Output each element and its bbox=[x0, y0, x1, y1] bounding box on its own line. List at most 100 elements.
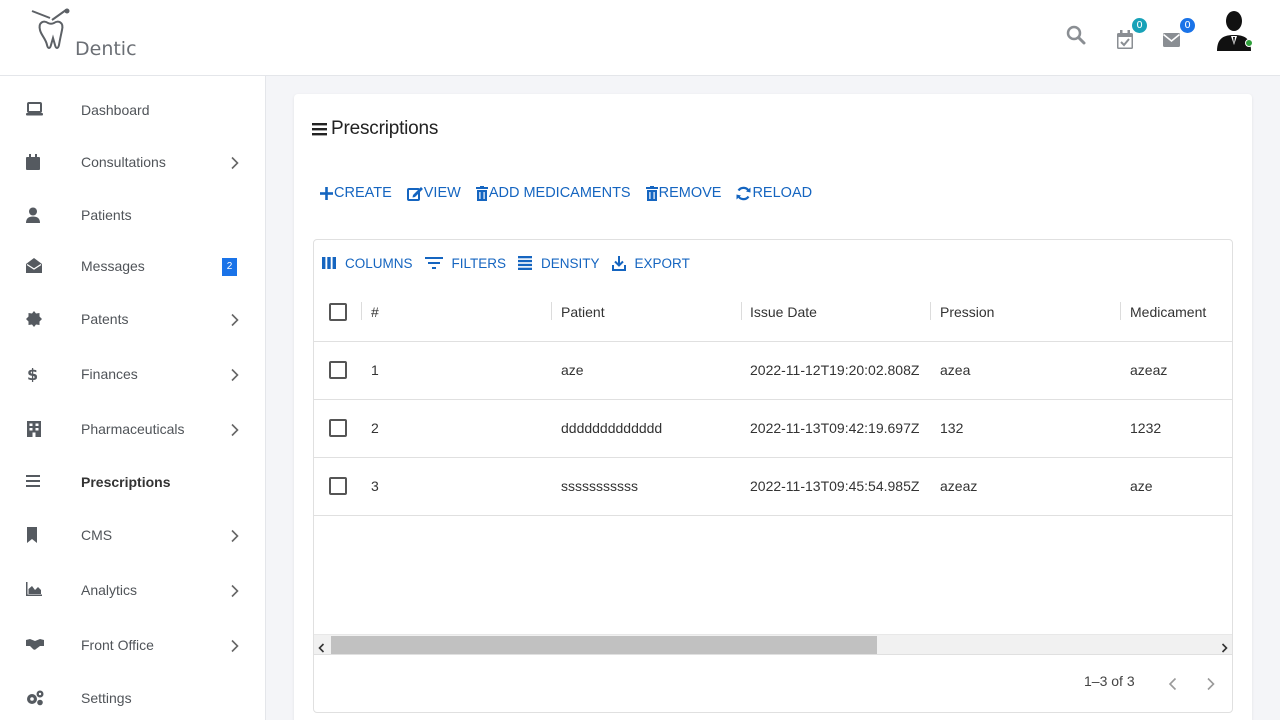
sidebar-item-dashboard[interactable]: Dashboard bbox=[0, 90, 266, 130]
svg-text:$: $ bbox=[27, 366, 38, 382]
chevron-right-icon bbox=[230, 529, 240, 543]
sidebar-item-label: Front Office bbox=[81, 637, 154, 653]
column-header-patient[interactable]: Patient bbox=[561, 304, 605, 320]
columns-icon bbox=[322, 257, 336, 269]
sidebar-item-cms[interactable]: CMS bbox=[0, 515, 266, 555]
view-label: VIEW bbox=[423, 185, 461, 201]
mail-icon[interactable] bbox=[1162, 33, 1187, 57]
grid-toolbar: COLUMNS FILTERS DENSITY EXPORT bbox=[322, 254, 702, 272]
sidebar-item-consultations[interactable]: Consultations bbox=[0, 142, 266, 182]
select-all-checkbox[interactable] bbox=[329, 303, 347, 321]
cell-pression: 132 bbox=[940, 420, 964, 436]
sidebar-item-label: Messages bbox=[81, 258, 145, 274]
chevron-left-icon bbox=[1168, 677, 1177, 691]
sidebar-item-settings[interactable]: Settings bbox=[0, 678, 266, 718]
cell-id: 3 bbox=[371, 478, 379, 494]
cell-pression: azeaz bbox=[940, 478, 978, 494]
column-separator[interactable] bbox=[741, 302, 742, 320]
sidebar-item-patents[interactable]: Patents bbox=[0, 299, 266, 339]
sidebar-item-label: Settings bbox=[81, 690, 132, 706]
grid-header-row: # Patient Issue Date Pression Medicament bbox=[314, 286, 1232, 342]
remove-button[interactable]: REMOVE bbox=[645, 185, 722, 201]
row-checkbox[interactable] bbox=[329, 419, 347, 437]
columns-button[interactable]: COLUMNS bbox=[322, 256, 413, 271]
column-separator[interactable] bbox=[361, 302, 362, 320]
app-logo[interactable]: Dentic bbox=[30, 8, 140, 68]
sidebar-item-analytics[interactable]: Analytics bbox=[0, 570, 266, 610]
list-icon bbox=[26, 474, 42, 490]
bookmark-icon bbox=[26, 527, 42, 543]
create-button[interactable]: CREATE bbox=[320, 185, 392, 201]
column-header-pression[interactable]: Pression bbox=[940, 304, 994, 320]
plus-icon bbox=[320, 186, 333, 200]
cell-patient: aze bbox=[561, 362, 584, 378]
reload-label: RELOAD bbox=[752, 185, 813, 201]
cogs-icon bbox=[26, 690, 44, 706]
sidebar-item-messages[interactable]: Messages 2 bbox=[0, 246, 266, 286]
add-medicaments-button[interactable]: ADD MEDICAMENTS bbox=[475, 185, 631, 201]
export-label: EXPORT bbox=[634, 255, 690, 271]
columns-label: COLUMNS bbox=[345, 255, 413, 271]
chevron-right-icon bbox=[230, 639, 240, 653]
sidebar-item-patients[interactable]: Patients bbox=[0, 195, 266, 235]
sidebar-item-label: CMS bbox=[81, 527, 113, 543]
sidebar-item-label: Finances bbox=[81, 366, 138, 382]
envelope-open-icon bbox=[26, 258, 42, 274]
laptop-icon bbox=[26, 102, 43, 118]
column-header-id[interactable]: # bbox=[371, 304, 379, 320]
sidebar: Dashboard Consultations Patients Message… bbox=[0, 76, 266, 720]
row-checkbox[interactable] bbox=[329, 361, 347, 379]
search-icon[interactable] bbox=[1066, 25, 1090, 49]
pagination-range: 1–3 of 3 bbox=[1084, 673, 1135, 689]
row-checkbox[interactable] bbox=[329, 477, 347, 495]
column-separator[interactable] bbox=[930, 302, 931, 320]
column-separator[interactable] bbox=[551, 302, 552, 320]
dollar-icon: $ bbox=[26, 365, 42, 384]
sidebar-item-pharmaceuticals[interactable]: Pharmaceuticals bbox=[0, 409, 266, 449]
scrollbar-thumb[interactable] bbox=[331, 636, 877, 654]
calendar-count-badge: 0 bbox=[1132, 18, 1147, 33]
cell-patient: ddddddddddddd bbox=[561, 420, 663, 436]
create-label: CREATE bbox=[334, 185, 392, 201]
filters-button[interactable]: FILTERS bbox=[424, 256, 506, 271]
refresh-icon bbox=[736, 186, 751, 200]
cell-medicament: aze bbox=[1130, 478, 1153, 494]
sidebar-item-label: Analytics bbox=[81, 582, 138, 598]
sidebar-item-front-office[interactable]: Front Office bbox=[0, 625, 266, 665]
reload-button[interactable]: RELOAD bbox=[736, 185, 812, 201]
cell-pression: azea bbox=[940, 362, 971, 378]
page-title-text: Prescriptions bbox=[331, 118, 439, 139]
filter-icon bbox=[424, 257, 443, 269]
cell-id: 1 bbox=[371, 362, 379, 378]
view-button[interactable]: VIEW bbox=[406, 185, 461, 201]
sidebar-item-prescriptions[interactable]: Prescriptions bbox=[0, 462, 266, 502]
table-row[interactable]: 2 ddddddddddddd 2022-11-13T09:42:19.697Z… bbox=[314, 400, 1232, 458]
density-button[interactable]: DENSITY bbox=[518, 256, 600, 271]
cell-issue-date: 2022-11-13T09:45:54.985Z bbox=[750, 478, 920, 494]
remove-label: REMOVE bbox=[658, 185, 722, 201]
horizontal-scrollbar[interactable] bbox=[314, 634, 1232, 654]
cell-issue-date: 2022-11-12T19:20:02.808Z bbox=[750, 362, 920, 378]
messages-count-badge: 2 bbox=[222, 258, 237, 276]
column-header-medicament[interactable]: Medicament bbox=[1130, 304, 1206, 320]
sidebar-item-label: Patents bbox=[81, 311, 129, 327]
cell-medicament: 1232 bbox=[1130, 420, 1162, 436]
export-button[interactable]: EXPORT bbox=[611, 255, 690, 271]
add-medicaments-label: ADD MEDICAMENTS bbox=[488, 185, 631, 201]
download-icon bbox=[611, 255, 626, 271]
calendar-check-icon[interactable] bbox=[1116, 30, 1140, 54]
column-separator[interactable] bbox=[1120, 302, 1121, 320]
tooth-logo-icon bbox=[31, 8, 70, 49]
table-row[interactable]: 1 aze 2022-11-12T19:20:02.808Z azea azea… bbox=[314, 342, 1232, 400]
trash-icon bbox=[475, 185, 488, 201]
list-icon bbox=[312, 123, 327, 136]
sidebar-item-label: Consultations bbox=[81, 154, 166, 170]
prev-page-button[interactable] bbox=[1168, 677, 1178, 696]
chevron-right-icon bbox=[230, 584, 240, 598]
next-page-button[interactable] bbox=[1206, 677, 1216, 696]
certificate-icon bbox=[26, 311, 42, 327]
table-row[interactable]: 3 sssssssssss 2022-11-13T09:45:54.985Z a… bbox=[314, 458, 1232, 516]
chevron-right-icon bbox=[230, 368, 240, 382]
column-header-issue-date[interactable]: Issue Date bbox=[750, 304, 817, 320]
sidebar-item-finances[interactable]: $ Finances bbox=[0, 354, 266, 394]
